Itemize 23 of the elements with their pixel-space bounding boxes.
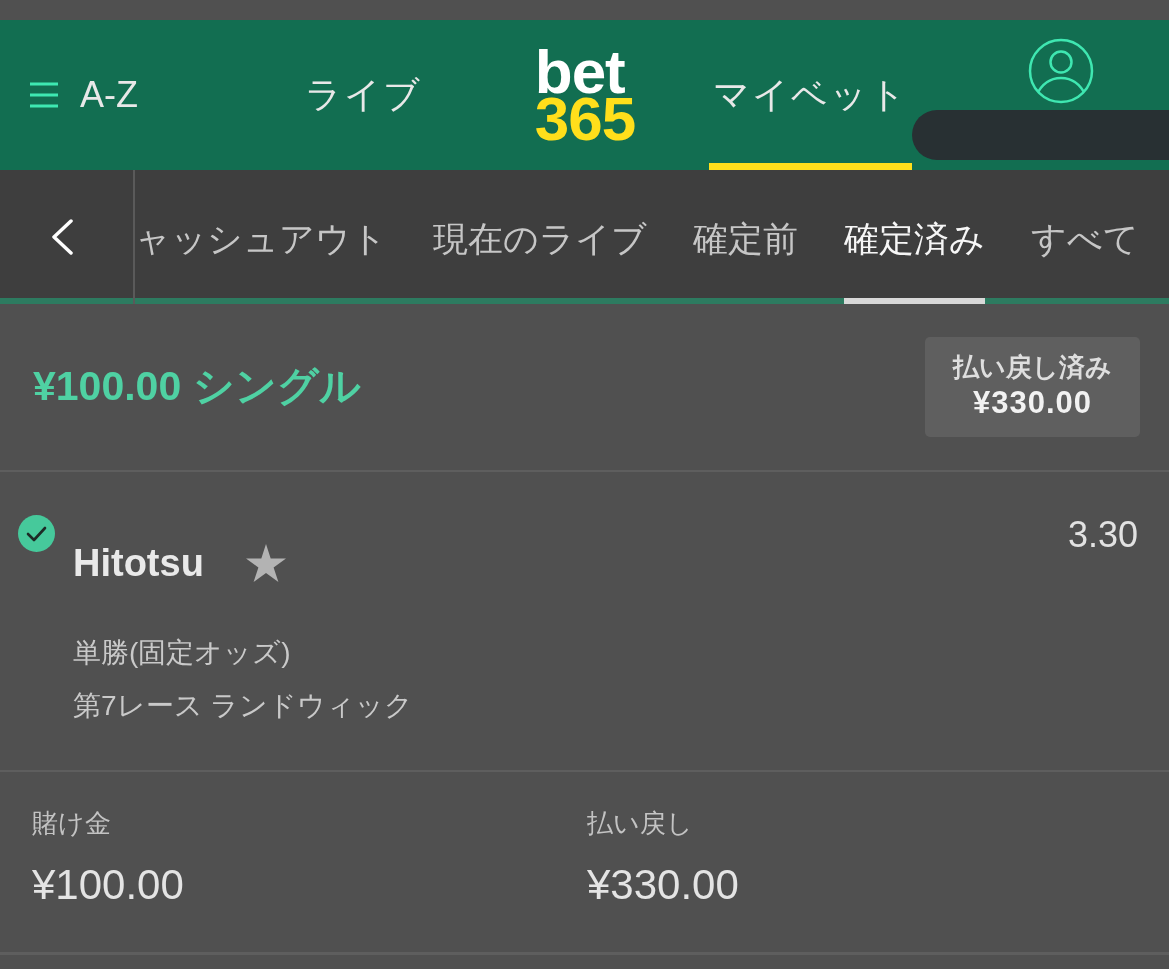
bet-filter-tab[interactable]: 現在のライブ	[433, 170, 647, 304]
status-amount: ¥330.00	[971, 383, 1094, 422]
bet-filter-tab[interactable]: 確定前	[693, 170, 798, 304]
selection-name: Hitotsu	[73, 541, 204, 586]
summary-label: 払い戻し	[587, 807, 694, 840]
status-label: 払い戻し済み	[953, 351, 1112, 384]
star-icon[interactable]	[245, 544, 286, 582]
account-icon[interactable]	[1028, 38, 1094, 104]
summary-value: ¥100.00	[32, 860, 185, 910]
event-name: 第7レース ランドウィック	[73, 689, 415, 723]
odds-value: 3.30	[1067, 513, 1138, 557]
bet-filter-tab[interactable]: 確定済み	[844, 170, 985, 304]
bet-filter-tab[interactable]: すべて	[1031, 170, 1139, 304]
back-icon	[50, 219, 73, 255]
summary-value: ¥330.00	[587, 860, 740, 910]
bet-filter-tab[interactable]: ャッシュアウト	[135, 170, 387, 304]
nav-tab[interactable]: ライブ	[300, 20, 426, 170]
bet-title: ¥100.00 シングル	[33, 362, 361, 412]
menu-icon	[30, 82, 58, 108]
summary-label: 賭け金	[32, 807, 112, 840]
menu-button[interactable]: A-Z	[0, 77, 138, 113]
logo[interactable]: bet 365	[534, 48, 636, 142]
market-name: 単勝(固定オッズ)	[73, 636, 292, 670]
